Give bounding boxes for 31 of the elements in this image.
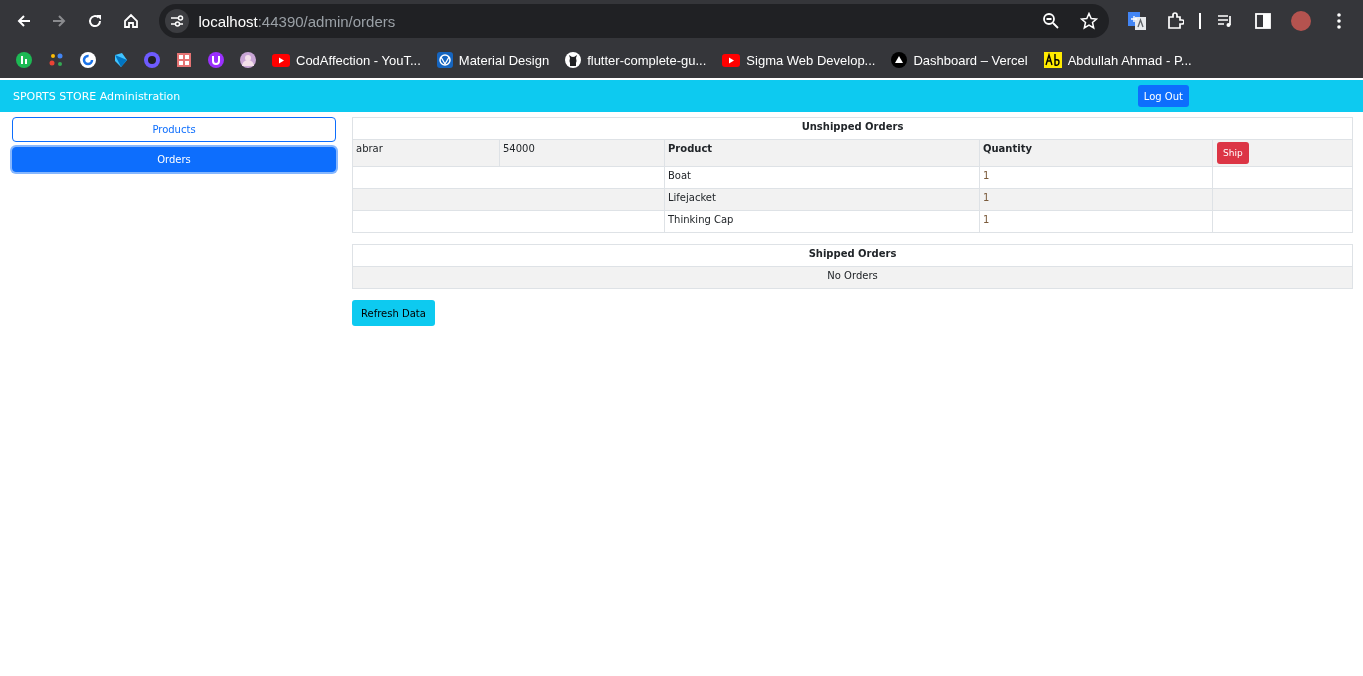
app-title: SPORTS STORE Administration <box>13 89 181 103</box>
column-header: Quantity <box>979 139 1213 167</box>
bookmark[interactable]: Dashboard – Vercel <box>885 46 1034 74</box>
empty-message: No Orders <box>352 266 1353 289</box>
address-bar[interactable]: localhost:44390/admin/orders <box>158 4 1109 38</box>
table-cell: abrar <box>352 139 500 167</box>
table-title: Shipped Orders <box>352 244 1353 267</box>
table-cell: 1 <box>979 166 1213 189</box>
play-icon <box>272 53 290 67</box>
nav-button[interactable]: Orders <box>12 147 336 172</box>
log-out-button[interactable]: Log Out <box>1137 85 1189 107</box>
column-header: Product <box>664 139 980 167</box>
globe-icon <box>436 52 453 68</box>
table-cell: Thinking Cap <box>664 210 980 233</box>
play-icon <box>722 53 741 67</box>
table-title: Unshipped Orders <box>352 117 1353 140</box>
ship-button[interactable]: Ship <box>1217 142 1249 164</box>
site-settings-icon[interactable] <box>164 9 189 33</box>
table-cell: 54000 <box>499 139 665 167</box>
table-cell: 1 <box>979 188 1213 211</box>
table-cell: Boat <box>664 166 980 189</box>
refresh-data-button[interactable]: Refresh Data <box>352 300 435 326</box>
bookmark[interactable]: Sigma Web Develop... <box>716 46 882 74</box>
nav-button[interactable]: Products <box>12 117 336 142</box>
bookmark[interactable]: CodAffection - YouT... <box>266 46 427 74</box>
bookmark[interactable]: Abdullah Ahmad - P... <box>1037 46 1198 74</box>
bookmark[interactable]: flutter-complete-gu... <box>559 46 713 74</box>
bookmark[interactable]: Material Design <box>430 46 556 74</box>
table-cell: 1 <box>979 210 1213 233</box>
ab-icon <box>1043 52 1062 68</box>
table-cell: Lifejacket <box>664 188 980 211</box>
